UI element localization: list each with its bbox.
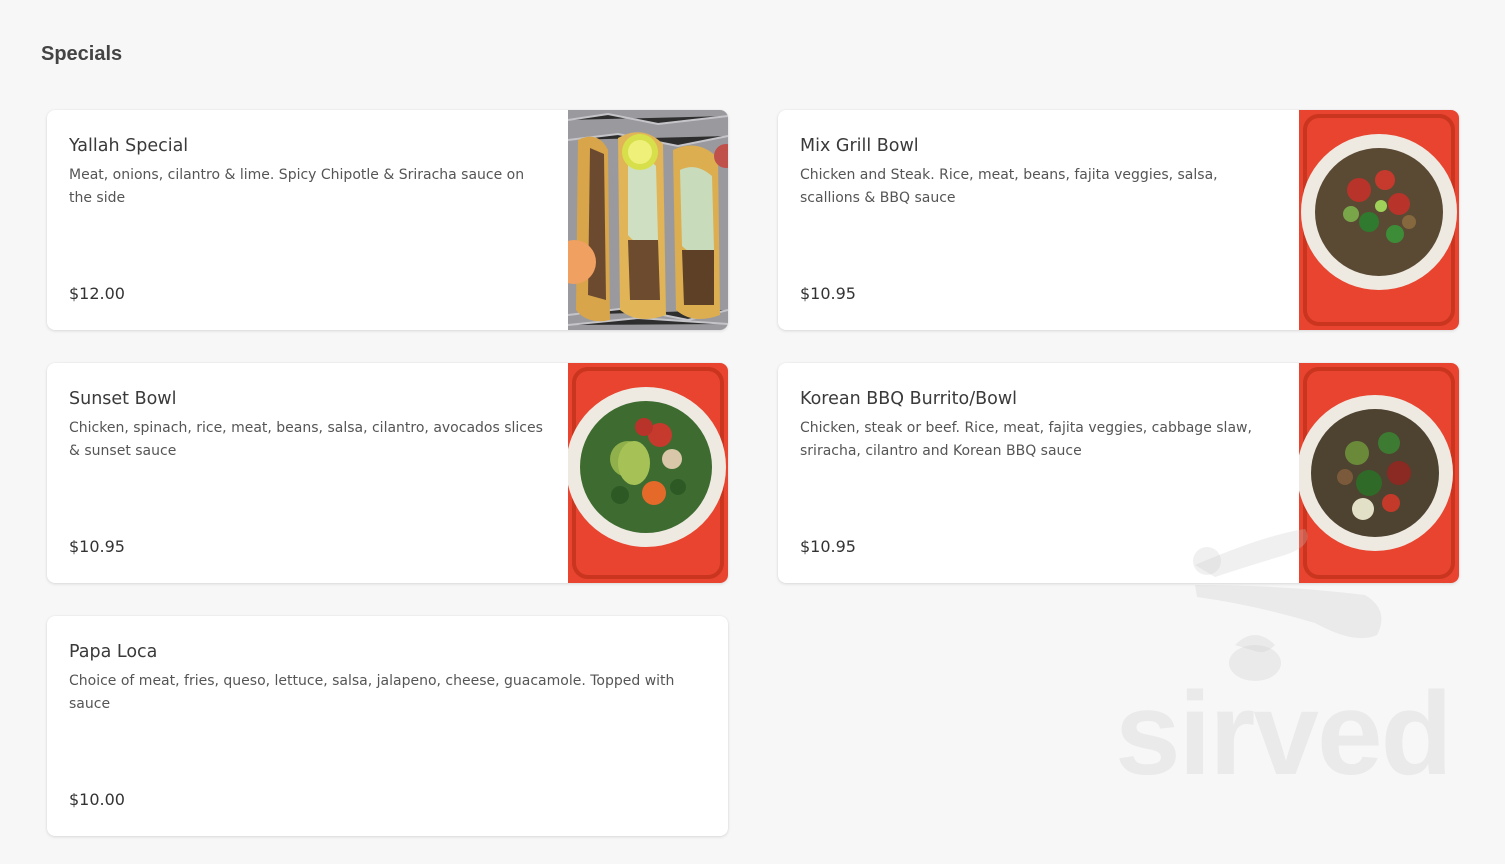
menu-item-card[interactable]: Korean BBQ Burrito/Bowl Chicken, steak o…: [778, 363, 1459, 583]
menu-item-price: $10.95: [800, 537, 856, 556]
section-title: Specials: [41, 43, 123, 65]
korean-bbq-bowl-photo[interactable]: [1299, 363, 1459, 583]
menu-item-card[interactable]: Mix Grill Bowl Chicken and Steak. Rice, …: [778, 110, 1459, 330]
menu-item-name: Mix Grill Bowl: [800, 136, 919, 156]
menu-item-name: Sunset Bowl: [69, 389, 177, 409]
menu-item-price: $10.00: [69, 790, 125, 809]
menu-items-grid: Yallah Special Meat, onions, cilantro & …: [47, 110, 1460, 836]
tacos-photo[interactable]: [568, 110, 728, 330]
menu-item-name: Papa Loca: [69, 642, 158, 662]
menu-item-name: Yallah Special: [69, 136, 189, 156]
menu-item-description: Meat, onions, cilantro & lime. Spicy Chi…: [69, 167, 525, 206]
menu-item-price: $10.95: [69, 537, 125, 556]
menu-item-text: Papa Loca Choice of meat, fries, queso, …: [69, 640, 709, 820]
menu-page: Specials Yallah Special Meat, onions, ci…: [0, 0, 1505, 864]
menu-item-card[interactable]: Yallah Special Meat, onions, cilantro & …: [47, 110, 728, 330]
menu-item-text: Mix Grill Bowl Chicken and Steak. Rice, …: [800, 134, 1280, 314]
menu-item-text: Yallah Special Meat, onions, cilantro & …: [69, 134, 549, 314]
menu-item-description: Choice of meat, fries, queso, lettuce, s…: [69, 673, 675, 712]
menu-item-card[interactable]: Sunset Bowl Chicken, spinach, rice, meat…: [47, 363, 728, 583]
menu-item-description: Chicken, steak or beef. Rice, meat, faji…: [800, 420, 1252, 459]
menu-item-text: Sunset Bowl Chicken, spinach, rice, meat…: [69, 387, 549, 567]
menu-item-description: Chicken and Steak. Rice, meat, beans, fa…: [800, 167, 1218, 206]
menu-item-card[interactable]: Papa Loca Choice of meat, fries, queso, …: [47, 616, 728, 836]
menu-item-text: Korean BBQ Burrito/Bowl Chicken, steak o…: [800, 387, 1280, 567]
menu-item-price: $10.95: [800, 284, 856, 303]
mix-grill-bowl-photo[interactable]: [1299, 110, 1459, 330]
sunset-bowl-photo[interactable]: [568, 363, 728, 583]
menu-item-description: Chicken, spinach, rice, meat, beans, sal…: [69, 420, 543, 459]
menu-item-name: Korean BBQ Burrito/Bowl: [800, 389, 1018, 409]
menu-item-price: $12.00: [69, 284, 125, 303]
